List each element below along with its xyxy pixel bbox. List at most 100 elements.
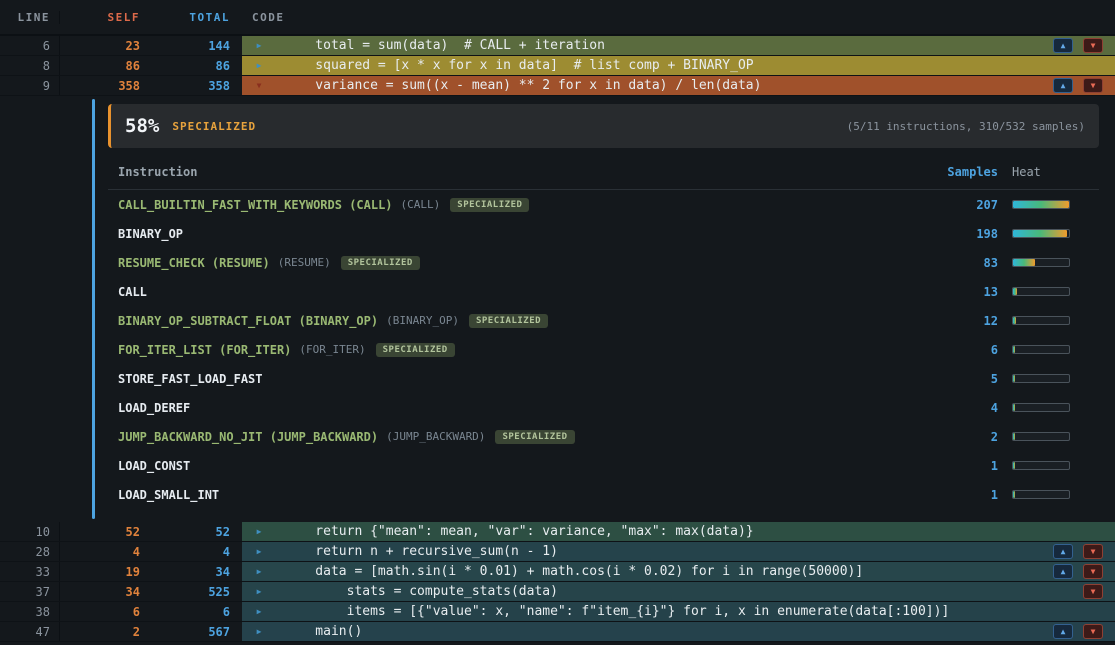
- code-text: total = sum(data) # CALL + iteration: [284, 36, 605, 55]
- instruction-name: LOAD_SMALL_INT: [118, 488, 219, 502]
- total-samples: 525: [148, 582, 238, 601]
- jump-down-button[interactable]: ▼: [1083, 584, 1103, 599]
- sample-count: 2: [928, 430, 998, 444]
- code-text: stats = compute_stats(data): [284, 582, 558, 601]
- expand-arrow-icon[interactable]: ▶: [252, 627, 266, 636]
- heat-cell: [1012, 374, 1099, 383]
- code-row-line-38: 38 6 6 ▶ items = [{"value": x, "name": f…: [0, 602, 1115, 622]
- col-header-self: SELF: [60, 11, 148, 24]
- heat-bar: [1012, 229, 1070, 238]
- row-nav: ▲ ▼: [1053, 38, 1103, 53]
- instruction-table: Instruction Samples Heat CALL_BUILTIN_FA…: [108, 154, 1099, 509]
- self-samples: 23: [60, 36, 148, 55]
- jump-up-button[interactable]: ▲: [1053, 38, 1073, 53]
- heat-bar: [1012, 316, 1070, 325]
- instruction-name: LOAD_CONST: [118, 459, 190, 473]
- col-header-line: LINE: [0, 11, 60, 24]
- table-header: LINE SELF TOTAL CODE: [0, 0, 1115, 36]
- code-text: items = [{"value": x, "name": f"item_{i}…: [284, 602, 949, 621]
- heat-fill: [1013, 462, 1015, 469]
- instruction-row: LOAD_SMALL_INT 1: [108, 480, 1099, 509]
- instruction-row: FOR_ITER_LIST (FOR_ITER) (FOR_ITER) SPEC…: [108, 335, 1099, 364]
- sample-count: 1: [928, 459, 998, 473]
- jump-down-button[interactable]: ▼: [1083, 78, 1103, 93]
- col-header-instruction: Instruction: [118, 165, 928, 179]
- self-samples: 358: [60, 76, 148, 95]
- row-nav: ▲ ▼: [1053, 544, 1103, 559]
- heat-cell: [1012, 229, 1099, 238]
- jump-up-button[interactable]: ▲: [1053, 78, 1073, 93]
- collapse-arrow-icon[interactable]: ▼: [252, 81, 266, 90]
- total-samples: 52: [148, 522, 238, 541]
- code-cell[interactable]: ▶ items = [{"value": x, "name": f"item_{…: [242, 602, 1115, 621]
- jump-up-button[interactable]: ▲: [1053, 544, 1073, 559]
- code-cell[interactable]: ▶ return n + recursive_sum(n - 1) ▲ ▼: [242, 542, 1115, 561]
- code-cell[interactable]: ▶ squared = [x * x for x in data] # list…: [242, 56, 1115, 75]
- expand-arrow-icon[interactable]: ▶: [252, 607, 266, 616]
- self-samples: 52: [60, 522, 148, 541]
- jump-down-button[interactable]: ▼: [1083, 544, 1103, 559]
- sample-count: 4: [928, 401, 998, 415]
- heat-cell: [1012, 258, 1099, 267]
- code-cell[interactable]: ▶ main() ▲ ▼: [242, 622, 1115, 641]
- heat-cell: [1012, 345, 1099, 354]
- total-samples: 86: [148, 56, 238, 75]
- specialized-badge: SPECIALIZED: [376, 343, 455, 357]
- heat-cell: [1012, 287, 1099, 296]
- code-row-line-37: 37 34 525 ▶ stats = compute_stats(data) …: [0, 582, 1115, 602]
- instruction-row: CALL_BUILTIN_FAST_WITH_KEYWORDS (CALL) (…: [108, 190, 1099, 219]
- expanded-row-connector: [92, 99, 95, 519]
- heat-fill: [1013, 346, 1015, 353]
- total-samples: 358: [148, 76, 238, 95]
- line-number: 38: [0, 602, 60, 621]
- code-text: return n + recursive_sum(n - 1): [284, 542, 558, 561]
- expand-arrow-icon[interactable]: ▶: [252, 547, 266, 556]
- total-samples: 34: [148, 562, 238, 581]
- instruction-name: BINARY_OP_SUBTRACT_FLOAT (BINARY_OP): [118, 314, 378, 328]
- jump-down-button[interactable]: ▼: [1083, 38, 1103, 53]
- expand-arrow-icon[interactable]: ▶: [252, 587, 266, 596]
- col-header-code: CODE: [238, 11, 1115, 24]
- row-nav: ▲ ▼: [1053, 624, 1103, 639]
- heat-bar: [1012, 345, 1070, 354]
- line-number: 37: [0, 582, 60, 601]
- summary-meta: (5/11 instructions, 310/532 samples): [847, 120, 1085, 133]
- code-cell[interactable]: ▶ stats = compute_stats(data) ▼: [242, 582, 1115, 601]
- expand-arrow-icon[interactable]: ▶: [252, 527, 266, 536]
- heat-cell: [1012, 461, 1099, 470]
- expand-arrow-icon[interactable]: ▶: [252, 61, 266, 70]
- code-row-line-33: 33 19 34 ▶ data = [math.sin(i * 0.01) + …: [0, 562, 1115, 582]
- line-number: 9: [0, 76, 60, 95]
- code-cell[interactable]: ▶ data = [math.sin(i * 0.01) + math.cos(…: [242, 562, 1115, 581]
- specialization-panel: 58% SPECIALIZED (5/11 instructions, 310/…: [0, 96, 1115, 522]
- code-text: data = [math.sin(i * 0.01) + math.cos(i …: [284, 562, 863, 581]
- instruction-name: STORE_FAST_LOAD_FAST: [118, 372, 263, 386]
- instruction-name: RESUME_CHECK (RESUME): [118, 256, 270, 270]
- sample-count: 207: [928, 198, 998, 212]
- instruction-table-header: Instruction Samples Heat: [108, 154, 1099, 190]
- self-samples: 34: [60, 582, 148, 601]
- total-samples: 4: [148, 542, 238, 561]
- heat-cell: [1012, 432, 1099, 441]
- heat-bar: [1012, 403, 1070, 412]
- self-samples: 19: [60, 562, 148, 581]
- jump-down-button[interactable]: ▼: [1083, 564, 1103, 579]
- expand-arrow-icon[interactable]: ▶: [252, 41, 266, 50]
- instruction-row: RESUME_CHECK (RESUME) (RESUME) SPECIALIZ…: [108, 248, 1099, 277]
- code-text: main(): [284, 622, 362, 641]
- jump-down-button[interactable]: ▼: [1083, 624, 1103, 639]
- jump-up-button[interactable]: ▲: [1053, 564, 1073, 579]
- heat-cell: [1012, 490, 1099, 499]
- heat-bar: [1012, 461, 1070, 470]
- col-header-samples: Samples: [928, 165, 998, 179]
- total-samples: 6: [148, 602, 238, 621]
- code-cell[interactable]: ▶ total = sum(data) # CALL + iteration ▲…: [242, 36, 1115, 55]
- code-cell[interactable]: ▼ variance = sum((x - mean) ** 2 for x i…: [242, 76, 1115, 95]
- row-nav: ▼: [1083, 584, 1103, 599]
- jump-up-button[interactable]: ▲: [1053, 624, 1073, 639]
- expand-arrow-icon[interactable]: ▶: [252, 567, 266, 576]
- col-header-heat: Heat: [1012, 165, 1099, 179]
- code-cell[interactable]: ▶ return {"mean": mean, "var": variance,…: [242, 522, 1115, 541]
- line-number: 8: [0, 56, 60, 75]
- sample-count: 83: [928, 256, 998, 270]
